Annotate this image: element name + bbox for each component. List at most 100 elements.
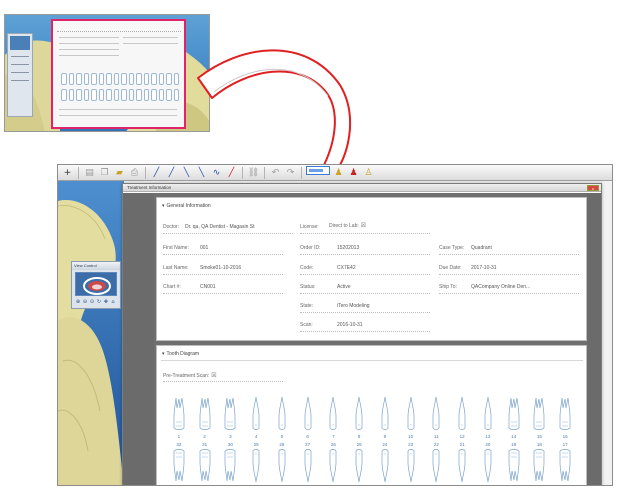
- tooth-diagram-header[interactable]: Tooth Diagram: [162, 351, 200, 357]
- due-date-underline: [439, 274, 579, 275]
- scan-field: Scan: 2016-10-31: [300, 322, 430, 332]
- tooth-outline-icon: [484, 449, 492, 483]
- tooth-lower-32[interactable]: [166, 449, 192, 485]
- tooth-number-label: 19: [511, 442, 517, 447]
- tooth-upper-3[interactable]: [218, 396, 244, 434]
- tooth-upper-12[interactable]: [449, 396, 475, 434]
- checkbox-icon[interactable]: ☒: [211, 372, 216, 379]
- tooth-lower-20[interactable]: [475, 449, 501, 485]
- tooth-upper-13[interactable]: [475, 396, 501, 434]
- tooth-upper-7[interactable]: [321, 396, 347, 434]
- tooth-outline-icon: [534, 449, 545, 482]
- tooth-lower-27[interactable]: [295, 449, 321, 485]
- knife-icon[interactable]: ╱: [225, 166, 238, 179]
- zoom-in-icon[interactable]: ⊕: [75, 299, 81, 305]
- tooth-lower-31[interactable]: [192, 449, 218, 485]
- tooth-lower-22[interactable]: [424, 449, 450, 485]
- tooth-upper-11[interactable]: [424, 396, 450, 434]
- thumbnail-preview: [10, 36, 30, 50]
- tooth-lower-26[interactable]: [321, 449, 347, 485]
- view-dropdown[interactable]: [306, 166, 330, 175]
- zoom-out-icon[interactable]: ⊖: [82, 299, 88, 305]
- tooth-lower-25[interactable]: [346, 449, 372, 485]
- status-label: Status:: [300, 284, 316, 290]
- checkbox-icon[interactable]: ☒: [361, 222, 366, 229]
- bell-red-icon[interactable]: ♟: [347, 166, 360, 179]
- general-information-header[interactable]: General Information: [162, 203, 211, 209]
- tooth-number-label: 16: [562, 434, 568, 439]
- thumbnail-teeth-lower: [61, 89, 179, 101]
- tooth-upper-2[interactable]: [192, 396, 218, 434]
- tooth-outline-icon: [304, 396, 311, 430]
- tooth-outline-icon: [508, 397, 519, 430]
- zoom-fit-icon[interactable]: ⊙: [89, 299, 95, 305]
- folder-icon[interactable]: ▰: [113, 166, 126, 179]
- case-type-value: Quadrant: [471, 245, 492, 251]
- line-alt-icon[interactable]: ╲: [195, 166, 208, 179]
- state-value: iTero Modeling: [337, 303, 370, 309]
- tooth-number-label: 5: [280, 434, 284, 439]
- tooth-number-label: 2: [203, 434, 206, 439]
- general-information-section: General Information Doctor: Dr. qa, QA D…: [156, 197, 587, 341]
- thumbnail-form-row: [123, 43, 178, 44]
- tooth-upper-10[interactable]: [398, 396, 424, 434]
- dialog-close-button[interactable]: x: [587, 185, 599, 191]
- pen-icon[interactable]: ╱: [150, 166, 163, 179]
- tooth-number-label: 25: [356, 442, 362, 447]
- tooth-upper-6[interactable]: [295, 396, 321, 434]
- tooth-upper-16[interactable]: [552, 396, 578, 434]
- ship-to-label: Ship To:: [439, 284, 457, 290]
- tooth-number-label: 18: [536, 442, 542, 447]
- bell-icon[interactable]: ♟: [332, 166, 345, 179]
- pre-treatment-underline: [163, 381, 283, 382]
- tooth-icon[interactable]: ♙: [362, 166, 375, 179]
- tooth-lower-28[interactable]: [269, 449, 295, 485]
- tooth-number-label: 9: [383, 434, 387, 439]
- brush-icon[interactable]: ╱: [165, 166, 178, 179]
- view-control-title: View Control: [72, 262, 120, 270]
- tooth-lower-24[interactable]: [372, 449, 398, 485]
- tooth-lower-18[interactable]: [527, 449, 553, 485]
- copy-icon[interactable]: ❐: [98, 166, 111, 179]
- tooth-outline-icon: [355, 396, 363, 430]
- save-icon[interactable]: ▤: [83, 166, 96, 179]
- dialog-title: Treatment Information: [123, 184, 601, 192]
- 3d-viewport[interactable]: View Control ⊕ ⊖ ⊙ ↻ ✥ ⌂: [58, 181, 124, 485]
- tooth-upper-1[interactable]: [166, 396, 192, 434]
- tooth-lower-30[interactable]: [218, 449, 244, 485]
- thumbnail-form-row: [59, 55, 119, 56]
- tooth-upper-8[interactable]: [346, 396, 372, 434]
- reset-view-icon[interactable]: ⌂: [110, 299, 116, 305]
- tooth-lower-21[interactable]: [449, 449, 475, 485]
- print-icon[interactable]: ⎙: [128, 166, 141, 179]
- tooth-number-label: 13: [485, 434, 491, 439]
- curve-icon[interactable]: ∿: [210, 166, 223, 179]
- tooth-upper-5[interactable]: [269, 396, 295, 434]
- line-icon[interactable]: ╲: [180, 166, 193, 179]
- redo-icon[interactable]: ↷: [284, 166, 297, 179]
- view-control-preview[interactable]: [75, 272, 117, 296]
- tooth-lower-23[interactable]: [398, 449, 424, 485]
- add-icon[interactable]: +: [61, 166, 74, 179]
- tooth-upper-14[interactable]: [501, 396, 527, 434]
- tooth-upper-4[interactable]: [243, 396, 269, 434]
- tooth-lower-19[interactable]: [501, 449, 527, 485]
- state-label: State:: [300, 303, 314, 309]
- last-name-field: Last Name: Smoke01-10-2016: [163, 265, 283, 275]
- dialog-scrollbar[interactable]: [587, 193, 601, 485]
- chart-value: CN001: [200, 284, 216, 290]
- undo-icon[interactable]: ↶: [269, 166, 282, 179]
- tooth-number-label: 20: [485, 442, 491, 447]
- doctor-value: Dr. qa, QA Dentist - Magasin St: [185, 224, 255, 230]
- ship-to-field: Ship To: QACompany Online Den...: [439, 284, 579, 294]
- tooth-lower-29[interactable]: [243, 449, 269, 485]
- tooth-lower-17[interactable]: [552, 449, 578, 485]
- thumbnail-form-row: [59, 49, 119, 50]
- tooth-upper-15[interactable]: [527, 396, 553, 434]
- tooth-upper-9[interactable]: [372, 396, 398, 434]
- chain-icon[interactable]: ⛓: [247, 166, 260, 179]
- status-value: Active: [337, 284, 351, 290]
- pan-icon[interactable]: ✥: [103, 299, 109, 305]
- rotate-icon[interactable]: ↻: [96, 299, 102, 305]
- tooth-number-label: 10: [408, 434, 414, 439]
